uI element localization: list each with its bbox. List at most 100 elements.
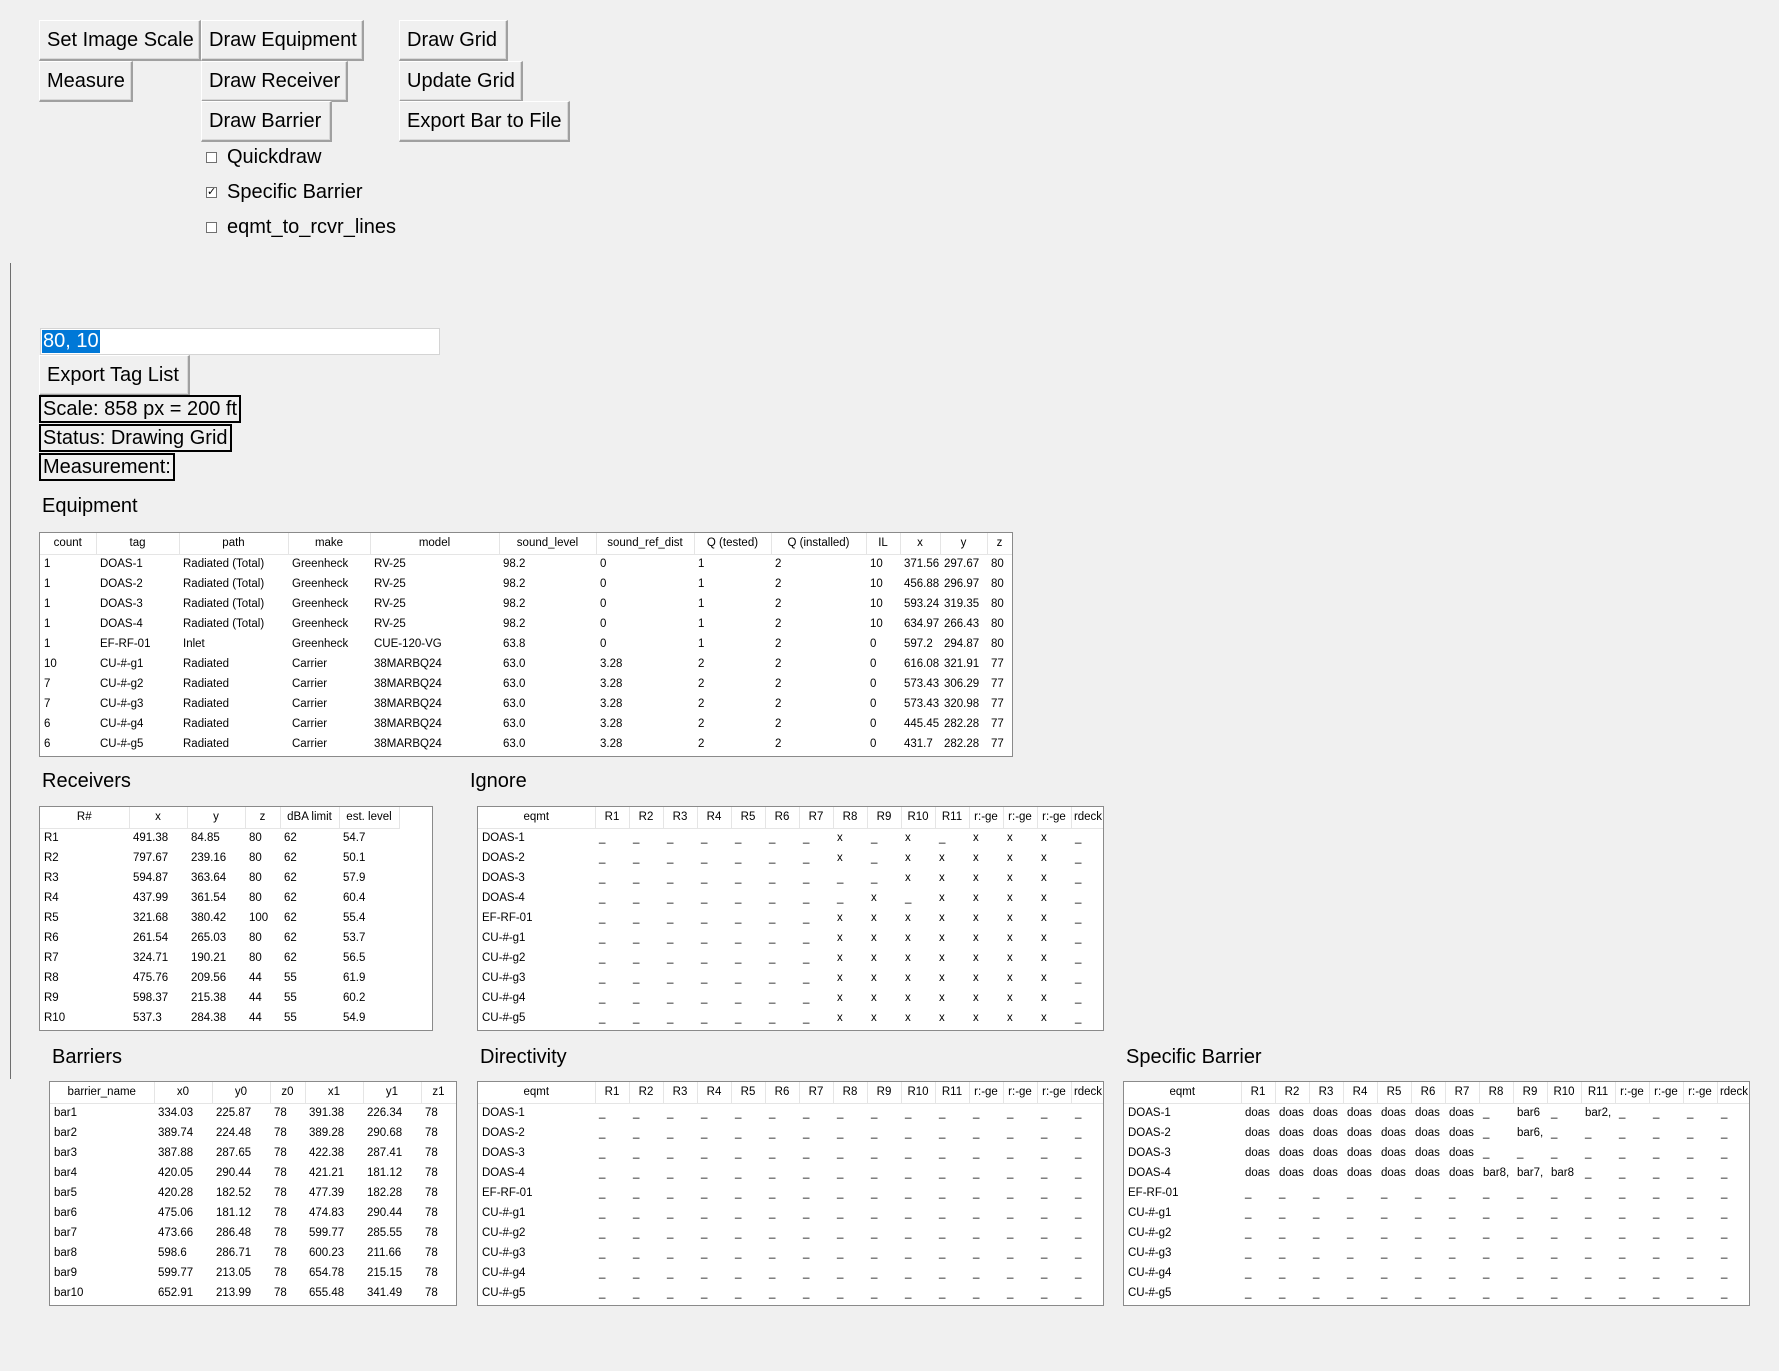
- table-row[interactable]: 1 EF-RF-01 Inlet Greenheck CUE-120-VG 63.8 0 1 2…: [40, 634, 1012, 654]
- quickdraw-checkbox-box[interactable]: [206, 152, 217, 163]
- column-header[interactable]: R8: [833, 1082, 868, 1104]
- column-header[interactable]: R9: [867, 807, 902, 829]
- column-header[interactable]: x1: [305, 1082, 364, 1104]
- export-bar-to-file-button[interactable]: Export Bar to File: [399, 101, 570, 142]
- column-header[interactable]: R5: [731, 1082, 766, 1104]
- column-header[interactable]: r:-ge: [1683, 1082, 1718, 1104]
- table-row[interactable]: CU-#-g5 _ _ _ _ _ _ _ x x x x x x x _: [478, 1008, 1103, 1028]
- table-row[interactable]: EF-RF-01 _ _ _ _ _ _ _ x x x x x x x _: [478, 908, 1103, 928]
- column-header[interactable]: r:-ge: [1649, 1082, 1684, 1104]
- column-header[interactable]: R1: [1241, 1082, 1276, 1104]
- table-row[interactable]: bar3 387.88 287.65 78 422.38 287.41 78: [50, 1143, 456, 1163]
- column-header[interactable]: R6: [765, 1082, 800, 1104]
- column-header[interactable]: R9: [867, 1082, 902, 1104]
- column-header[interactable]: eqmt: [1124, 1082, 1242, 1104]
- table-row[interactable]: 1 DOAS-1 Radiated (Total) Greenheck RV-25 98.…: [40, 554, 1012, 574]
- table-row[interactable]: CU-#-g3 _ _ _ _ _ _ _ _ _ _ _ _ _ _ _: [1124, 1243, 1749, 1263]
- column-header[interactable]: R6: [765, 807, 800, 829]
- column-header[interactable]: R10: [901, 1082, 936, 1104]
- column-header[interactable]: R11: [935, 807, 970, 829]
- column-header[interactable]: R4: [1343, 1082, 1378, 1104]
- table-row[interactable]: R10 537.3 284.38 44 55 54.9: [40, 1008, 399, 1028]
- column-header[interactable]: r:-ge: [969, 1082, 1004, 1104]
- directivity-table[interactable]: eqmt R1 R2 R3 R4 R5 R6 R7 R8 R9 R10 R11 r:-ge r:-ge r:…: [477, 1081, 1104, 1306]
- table-row[interactable]: R5 321.68 380.42 100 62 55.4: [40, 908, 399, 928]
- column-header[interactable]: r:-ge: [1037, 807, 1072, 829]
- table-row[interactable]: DOAS-4 doas doas doas doas doas doas doas bar8, b…: [1124, 1163, 1749, 1183]
- column-header[interactable]: z1: [421, 1082, 456, 1104]
- measure-button[interactable]: Measure: [39, 61, 133, 102]
- column-header[interactable]: make: [288, 533, 371, 555]
- table-row[interactable]: CU-#-g5 _ _ _ _ _ _ _ _ _ _ _ _ _ _ _: [478, 1283, 1103, 1303]
- set-image-scale-button[interactable]: Set Image Scale: [39, 20, 201, 61]
- table-row[interactable]: EF-RF-01 _ _ _ _ _ _ _ _ _ _ _ _ _ _ _: [478, 1183, 1103, 1203]
- table-row[interactable]: DOAS-2 _ _ _ _ _ _ _ x _ x x x x x _: [478, 848, 1103, 868]
- column-header[interactable]: R3: [663, 1082, 698, 1104]
- table-row[interactable]: 1 DOAS-3 Radiated (Total) Greenheck RV-25 98.…: [40, 594, 1012, 614]
- column-header[interactable]: R3: [1309, 1082, 1344, 1104]
- table-row[interactable]: DOAS-2 doas doas doas doas doas doas doas _ bar6,…: [1124, 1123, 1749, 1143]
- table-row[interactable]: DOAS-1 doas doas doas doas doas doas doas _ bar6 _…: [1124, 1103, 1749, 1123]
- column-header[interactable]: sound_level: [499, 533, 597, 555]
- column-header[interactable]: R2: [1275, 1082, 1310, 1104]
- table-row[interactable]: R1 491.38 84.85 80 62 54.7: [40, 828, 399, 848]
- column-header[interactable]: y: [187, 807, 246, 829]
- column-header[interactable]: R6: [1411, 1082, 1446, 1104]
- table-row[interactable]: 10 CU-#-g1 Radiated Carrier 38MARBQ24 63.0 3.2…: [40, 654, 1012, 674]
- draw-barrier-button[interactable]: Draw Barrier: [201, 101, 332, 142]
- column-header[interactable]: count: [40, 533, 97, 555]
- column-header[interactable]: model: [370, 533, 500, 555]
- table-row[interactable]: bar5 420.28 182.52 78 477.39 182.28 78: [50, 1183, 456, 1203]
- table-row[interactable]: bar1 334.03 225.87 78 391.38 226.34 78: [50, 1103, 456, 1123]
- column-header[interactable]: rdeck: [1071, 807, 1103, 829]
- specific-barrier-checkbox[interactable]: ✓ Specific Barrier: [206, 181, 363, 204]
- table-row[interactable]: R6 261.54 265.03 80 62 53.7: [40, 928, 399, 948]
- column-header[interactable]: x: [129, 807, 188, 829]
- column-header[interactable]: R8: [1479, 1082, 1514, 1104]
- table-row[interactable]: bar6 475.06 181.12 78 474.83 290.44 78: [50, 1203, 456, 1223]
- column-header[interactable]: path: [179, 533, 289, 555]
- table-row[interactable]: CU-#-g1 _ _ _ _ _ _ _ _ _ _ _ _ _ _ _: [478, 1203, 1103, 1223]
- table-row[interactable]: CU-#-g4 _ _ _ _ _ _ _ _ _ _ _ _ _ _ _: [478, 1263, 1103, 1283]
- equipment-table[interactable]: count tag path make model sound_level sound_re…: [39, 532, 1013, 757]
- table-row[interactable]: 1 DOAS-2 Radiated (Total) Greenheck RV-25 98.…: [40, 574, 1012, 594]
- table-row[interactable]: bar7 473.66 286.48 78 599.77 285.55 78: [50, 1223, 456, 1243]
- table-row[interactable]: CU-#-g3 _ _ _ _ _ _ _ _ _ _ _ _ _ _ _: [478, 1243, 1103, 1263]
- column-header[interactable]: r:-ge: [1003, 1082, 1038, 1104]
- update-grid-button[interactable]: Update Grid: [399, 61, 523, 102]
- table-row[interactable]: 7 CU-#-g2 Radiated Carrier 38MARBQ24 63.0 3.28…: [40, 674, 1012, 694]
- eqmt-to-rcvr-lines-checkbox-box[interactable]: [206, 222, 217, 233]
- table-row[interactable]: bar9 599.77 213.05 78 654.78 215.15 78: [50, 1263, 456, 1283]
- specific-barrier-table[interactable]: eqmt R1 R2 R3 R4 R5 R6 R7 R8 R9 R10 R11 r:-ge r:-ge r:…: [1123, 1081, 1750, 1306]
- column-header[interactable]: x0: [154, 1082, 213, 1104]
- column-header[interactable]: eqmt: [478, 807, 596, 829]
- column-header[interactable]: r:-ge: [1037, 1082, 1072, 1104]
- column-header[interactable]: y: [940, 533, 988, 555]
- draw-grid-button[interactable]: Draw Grid: [399, 20, 508, 61]
- column-header[interactable]: R3: [663, 807, 698, 829]
- column-header[interactable]: R9: [1513, 1082, 1548, 1104]
- table-row[interactable]: CU-#-g4 _ _ _ _ _ _ _ x x x x x x x _: [478, 988, 1103, 1008]
- table-row[interactable]: bar10 652.91 213.99 78 655.48 341.49 78: [50, 1283, 456, 1303]
- column-header[interactable]: R7: [1445, 1082, 1480, 1104]
- table-row[interactable]: CU-#-g2 _ _ _ _ _ _ _ x x x x x x x _: [478, 948, 1103, 968]
- column-header[interactable]: R4: [697, 807, 732, 829]
- column-header[interactable]: rdeck: [1071, 1082, 1103, 1104]
- specific-barrier-checkbox-box[interactable]: ✓: [206, 187, 217, 198]
- column-header[interactable]: R11: [935, 1082, 970, 1104]
- table-row[interactable]: CU-#-g5 _ _ _ _ _ _ _ _ _ _ _ _ _ _ _: [1124, 1283, 1749, 1303]
- column-header[interactable]: est. level: [339, 807, 400, 829]
- barriers-table[interactable]: barrier_name x0 y0 z0 x1 y1 z1 bar1 334.03 225.87…: [49, 1081, 457, 1306]
- column-header[interactable]: R7: [799, 807, 834, 829]
- table-row[interactable]: DOAS-4 _ _ _ _ _ _ _ _ _ _ _ _ _ _ _: [478, 1163, 1103, 1183]
- column-header[interactable]: r:-ge: [969, 807, 1004, 829]
- export-tag-list-button[interactable]: Export Tag List: [39, 355, 190, 396]
- column-header[interactable]: R1: [595, 807, 630, 829]
- column-header[interactable]: y1: [363, 1082, 422, 1104]
- quickdraw-checkbox[interactable]: Quickdraw: [206, 146, 321, 169]
- column-header[interactable]: R1: [595, 1082, 630, 1104]
- table-row[interactable]: CU-#-g1 _ _ _ _ _ _ _ x x x x x x x _: [478, 928, 1103, 948]
- column-header[interactable]: sound_ref_dist: [596, 533, 695, 555]
- draw-equipment-button[interactable]: Draw Equipment: [201, 20, 364, 61]
- column-header[interactable]: R7: [799, 1082, 834, 1104]
